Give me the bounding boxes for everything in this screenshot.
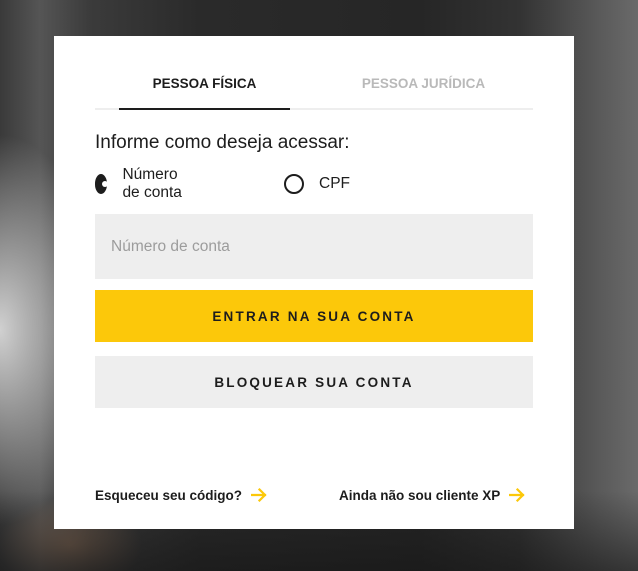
forgot-code-label: Esqueceu seu código?	[95, 487, 243, 503]
not-client-label: Ainda não sou cliente XP	[339, 487, 501, 503]
arrow-right-icon	[251, 487, 267, 503]
arrow-right-icon	[509, 487, 525, 503]
forgot-code-link[interactable]: Esqueceu seu código?	[95, 485, 267, 505]
not-client-link[interactable]: Ainda não sou cliente XP	[339, 485, 525, 505]
login-button[interactable]: ENTRAR NA SUA CONTA	[95, 290, 533, 342]
access-prompt: Informe como deseja acessar:	[95, 132, 350, 153]
radio-option-account-number[interactable]: Número de conta	[95, 166, 185, 201]
account-type-tabs: PESSOA FÍSICA PESSOA JURÍDICA	[95, 60, 533, 110]
tab-pessoa-fisica[interactable]: PESSOA FÍSICA	[119, 60, 290, 110]
block-account-button[interactable]: BLOQUEAR SUA CONTA	[95, 356, 533, 408]
radio-label-cpf: CPF	[319, 175, 350, 192]
radio-label-account-number: Número de conta	[122, 166, 182, 201]
radio-cpf[interactable]	[284, 174, 304, 194]
login-card: PESSOA FÍSICA PESSOA JURÍDICA Informe co…	[54, 36, 574, 529]
radio-option-cpf[interactable]: CPF	[284, 171, 350, 197]
tab-pessoa-juridica[interactable]: PESSOA JURÍDICA	[336, 60, 511, 108]
account-number-input[interactable]	[95, 214, 533, 279]
radio-account-number[interactable]	[95, 174, 109, 194]
